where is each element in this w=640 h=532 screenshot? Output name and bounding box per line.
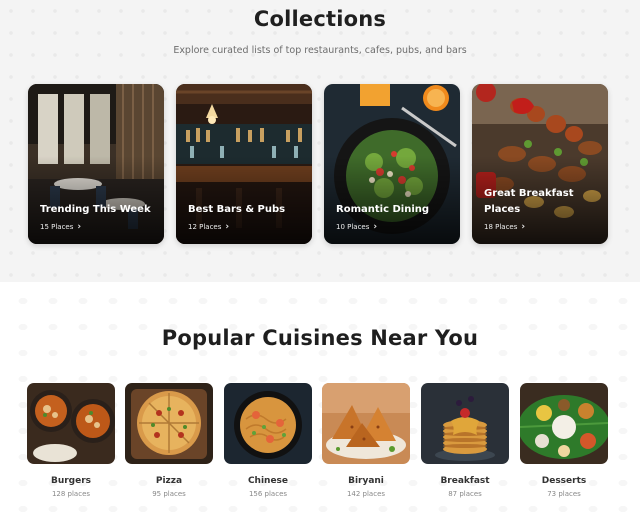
collections-subtitle: Explore curated lists of top restaurants…	[173, 45, 467, 56]
chevron-right-icon: ›	[225, 222, 230, 232]
card-overlay	[324, 84, 460, 244]
cuisine-name: Chinese	[247, 476, 289, 486]
samosas-image	[322, 383, 410, 464]
collection-count: 10 Places ›	[336, 222, 378, 232]
cuisine-count: 87 places	[448, 490, 482, 498]
cuisine-name: Burgers	[50, 476, 92, 486]
collection-card-trending[interactable]: Trending This Week 15 Places ›	[28, 84, 164, 244]
card-overlay	[176, 84, 312, 244]
collection-name: Trending This Week	[40, 204, 151, 215]
collection-card-romantic[interactable]: Romantic Dining 10 Places ›	[324, 84, 460, 244]
curry-bowls-image	[27, 383, 115, 464]
cuisine-item-pizza[interactable]: Pizza 95 places	[125, 383, 213, 498]
noodles-wok-image	[224, 383, 312, 464]
cuisine-count: 156 places	[248, 490, 288, 498]
chevron-right-icon: ›	[373, 222, 378, 232]
collections-section: Collections Explore curated lists of top…	[0, 0, 640, 282]
collection-card-breakfast[interactable]: Great Breakfast Places 18 Places ›	[472, 84, 608, 244]
cuisines-section: Popular Cuisines Near You Burgers 128 pl…	[0, 282, 640, 532]
collection-count: 12 Places ›	[188, 222, 230, 232]
cuisine-name: Desserts	[541, 476, 587, 486]
collection-card-bars-pubs[interactable]: Best Bars & Pubs 12 Places ›	[176, 84, 312, 244]
cuisine-item-desserts[interactable]: Desserts 73 places	[520, 383, 608, 498]
chevron-right-icon: ›	[77, 222, 82, 232]
chevron-right-icon: ›	[521, 222, 526, 232]
cuisine-count: 142 places	[346, 490, 386, 498]
card-overlay	[472, 84, 608, 244]
thali-leaf-image	[520, 383, 608, 464]
collection-count: 18 Places ›	[484, 222, 526, 232]
cuisine-count: 95 places	[152, 490, 186, 498]
collection-name: Great Breakfast Places	[484, 188, 574, 215]
cuisine-name: Pizza	[155, 476, 183, 486]
cuisine-name: Biryani	[348, 476, 384, 486]
cuisine-item-breakfast[interactable]: Breakfast 87 places	[421, 383, 509, 498]
pancakes-image	[421, 383, 509, 464]
cuisine-count: 128 places	[51, 490, 91, 498]
cuisine-item-biryani[interactable]: Biryani 142 places	[322, 383, 410, 498]
cuisines-title: Popular Cuisines Near You	[161, 326, 479, 350]
cuisine-item-burgers[interactable]: Burgers 128 places	[27, 383, 115, 498]
cuisine-count: 73 places	[547, 490, 581, 498]
collection-name: Romantic Dining	[336, 204, 430, 215]
collections-title: Collections	[253, 7, 387, 31]
pizza-image	[125, 383, 213, 464]
cuisine-name: Breakfast	[440, 476, 490, 486]
collection-name: Best Bars & Pubs	[188, 204, 286, 215]
collection-count: 15 Places ›	[40, 222, 82, 232]
card-overlay	[28, 84, 164, 244]
cuisine-item-chinese[interactable]: Chinese 156 places	[224, 383, 312, 498]
